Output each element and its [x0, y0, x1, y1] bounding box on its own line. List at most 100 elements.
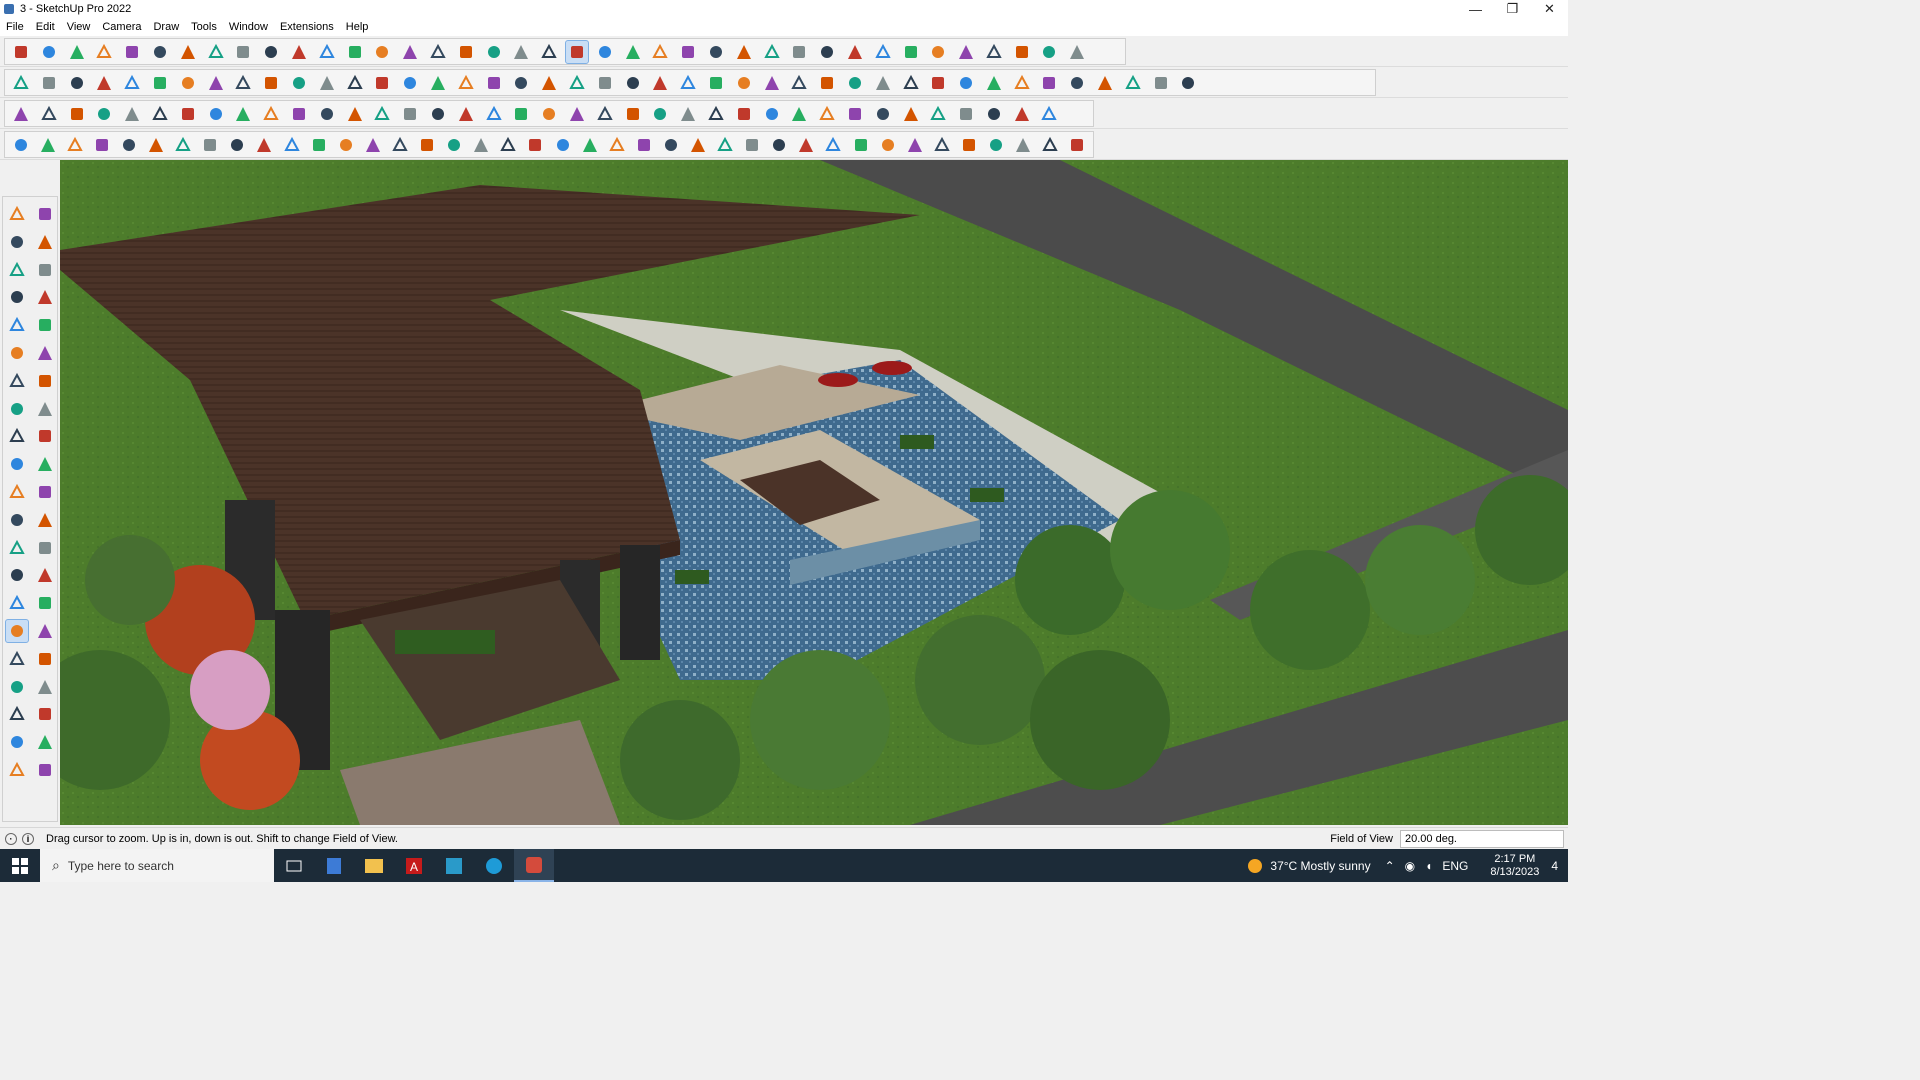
gift-icon[interactable] — [815, 102, 839, 126]
chain-icon[interactable] — [287, 102, 311, 126]
curve5-icon[interactable] — [787, 71, 811, 95]
extension-icon[interactable] — [33, 730, 57, 754]
ramp-icon[interactable] — [632, 133, 655, 157]
arrow-icon[interactable] — [578, 133, 601, 157]
red-pencil-icon[interactable] — [954, 71, 978, 95]
layers-icon[interactable] — [5, 758, 29, 782]
hand-icon[interactable] — [172, 133, 195, 157]
slope2-icon[interactable] — [361, 133, 384, 157]
minimize-button[interactable]: — — [1457, 0, 1494, 18]
brain-icon[interactable] — [843, 102, 867, 126]
magnet-icon[interactable] — [676, 102, 700, 126]
push-pull-icon[interactable] — [287, 40, 311, 64]
arc-tool-icon[interactable] — [253, 133, 276, 157]
acrobat-icon[interactable]: A — [394, 849, 434, 882]
curve-a-icon[interactable] — [9, 133, 32, 157]
styles-icon[interactable] — [704, 40, 728, 64]
ramp3-icon[interactable] — [686, 133, 709, 157]
stairs-icon[interactable] — [415, 133, 438, 157]
fern-icon[interactable] — [1039, 133, 1062, 157]
views-icon[interactable] — [92, 71, 116, 95]
hidden-line-icon[interactable] — [398, 71, 422, 95]
axes-icon[interactable] — [843, 40, 867, 64]
back-view-icon[interactable] — [204, 71, 228, 95]
zoom-tool-icon[interactable] — [564, 39, 589, 64]
help-icon[interactable] — [1065, 40, 1089, 64]
extension-warehouse-icon[interactable] — [648, 40, 672, 64]
polygon-icon[interactable] — [33, 341, 57, 365]
start-button[interactable] — [0, 849, 40, 882]
comb-icon[interactable] — [497, 133, 520, 157]
paint-bucket-icon[interactable] — [482, 40, 506, 64]
warehouse-icon[interactable] — [5, 730, 29, 754]
position-camera-icon[interactable] — [5, 675, 29, 699]
component-icon[interactable] — [5, 258, 29, 282]
shaded-icon[interactable] — [426, 71, 450, 95]
flip-icon[interactable] — [954, 40, 978, 64]
orbit-icon[interactable] — [33, 202, 57, 226]
follow-me-icon[interactable] — [315, 40, 339, 64]
grid-tile-icon[interactable] — [388, 133, 411, 157]
sketchup-taskbar-icon[interactable] — [514, 849, 554, 882]
slope-icon[interactable] — [334, 133, 357, 157]
dropdown-icon[interactable] — [204, 40, 228, 64]
perspective-icon[interactable] — [315, 71, 339, 95]
zoom-window-icon[interactable] — [33, 619, 57, 643]
pink-eraser-icon[interactable] — [982, 71, 1006, 95]
loop-icon[interactable] — [176, 102, 200, 126]
grid-orange2-icon[interactable] — [926, 102, 950, 126]
select-icon[interactable] — [37, 40, 61, 64]
drape-icon[interactable] — [926, 40, 950, 64]
menu-camera[interactable]: Camera — [96, 21, 147, 33]
menu-file[interactable]: File — [0, 21, 30, 33]
cross-green-icon[interactable] — [398, 102, 422, 126]
section-fill-icon[interactable] — [815, 40, 839, 64]
curve4-icon[interactable] — [760, 71, 784, 95]
tag-icon[interactable] — [259, 102, 283, 126]
stairs3-icon[interactable] — [795, 133, 818, 157]
dropdown-icon[interactable] — [760, 40, 784, 64]
fence-icon[interactable] — [876, 133, 899, 157]
cone-icon[interactable] — [454, 102, 478, 126]
menu-help[interactable]: Help — [340, 21, 375, 33]
iso-view-icon[interactable] — [287, 71, 311, 95]
circle-icon[interactable] — [5, 341, 29, 365]
column-icon[interactable] — [470, 133, 493, 157]
edge-browser-icon[interactable] — [474, 849, 514, 882]
robot2-icon[interactable] — [760, 102, 784, 126]
warning-icon[interactable] — [509, 102, 533, 126]
eraser-icon[interactable] — [33, 230, 57, 254]
model-viewport[interactable] — [60, 160, 1568, 825]
curve3-icon[interactable] — [732, 71, 756, 95]
fence2-icon[interactable] — [903, 133, 926, 157]
speech-icon[interactable] — [621, 71, 645, 95]
tag-icon[interactable] — [33, 258, 57, 282]
maximize-button[interactable]: ❐ — [1494, 0, 1531, 18]
layers2-icon[interactable] — [33, 758, 57, 782]
curve8-icon[interactable] — [871, 71, 895, 95]
curve2-icon[interactable] — [704, 71, 728, 95]
freehand-icon[interactable] — [33, 285, 57, 309]
wireframe-icon[interactable] — [370, 71, 394, 95]
hatch-icon[interactable] — [1011, 133, 1034, 157]
offset-icon[interactable] — [33, 480, 57, 504]
step2-icon[interactable] — [307, 133, 330, 157]
text-icon[interactable] — [33, 536, 57, 560]
paint-bucket-icon[interactable] — [5, 230, 29, 254]
face-blue-icon[interactable] — [9, 102, 33, 126]
stamp-icon[interactable] — [899, 40, 923, 64]
weather-widget[interactable]: 37°C Mostly sunny — [1248, 858, 1371, 873]
materials-icon[interactable] — [37, 71, 61, 95]
face-white-icon[interactable] — [148, 102, 172, 126]
robot3-icon[interactable] — [787, 102, 811, 126]
move-icon[interactable] — [343, 40, 367, 64]
face-yellow-icon[interactable] — [65, 102, 89, 126]
ramp4-icon[interactable] — [713, 133, 736, 157]
zoom-icon[interactable] — [9, 40, 33, 64]
ladder-icon[interactable] — [231, 102, 255, 126]
move-icon[interactable] — [5, 424, 29, 448]
house-icon[interactable] — [509, 71, 533, 95]
face-cyan-icon[interactable] — [37, 102, 61, 126]
knife-icon[interactable] — [90, 133, 113, 157]
bucket-icon[interactable] — [648, 102, 672, 126]
